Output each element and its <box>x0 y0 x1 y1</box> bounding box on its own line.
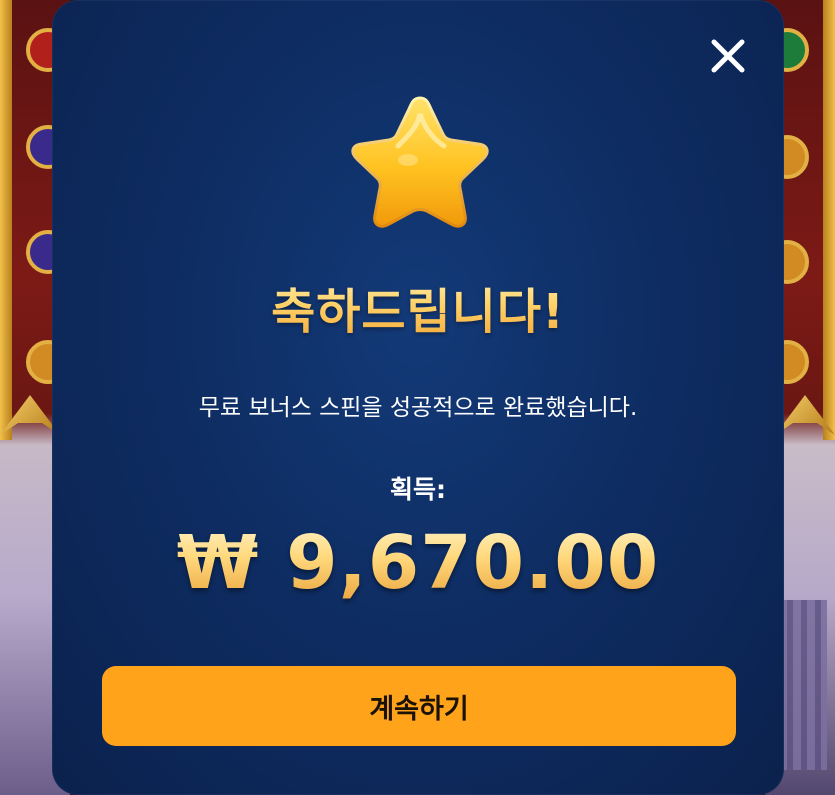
close-icon <box>711 39 745 73</box>
continue-button[interactable]: 계속하기 <box>102 666 736 746</box>
star-icon <box>348 92 492 230</box>
congratulations-title: 축하드립니다! <box>52 272 784 342</box>
reel-frame-right <box>823 0 835 440</box>
won-label: 획득: <box>390 475 446 504</box>
completion-message: 무료 보너스 스핀을 성공적으로 완료했습니다. <box>198 395 638 421</box>
game-screen: 축하드립니다! 무료 보너스 스핀을 성공적으로 완료했습니다. 획득: ₩ 9… <box>0 0 835 795</box>
reel-frame-left <box>0 0 12 440</box>
close-button[interactable] <box>708 36 748 76</box>
continue-button-label: 계속하기 <box>369 693 469 725</box>
temple-column <box>779 600 827 770</box>
won-amount: ₩ 9,670.00 <box>52 520 784 606</box>
bonus-complete-dialog: 축하드립니다! 무료 보너스 스핀을 성공적으로 완료했습니다. 획득: ₩ 9… <box>52 0 784 795</box>
